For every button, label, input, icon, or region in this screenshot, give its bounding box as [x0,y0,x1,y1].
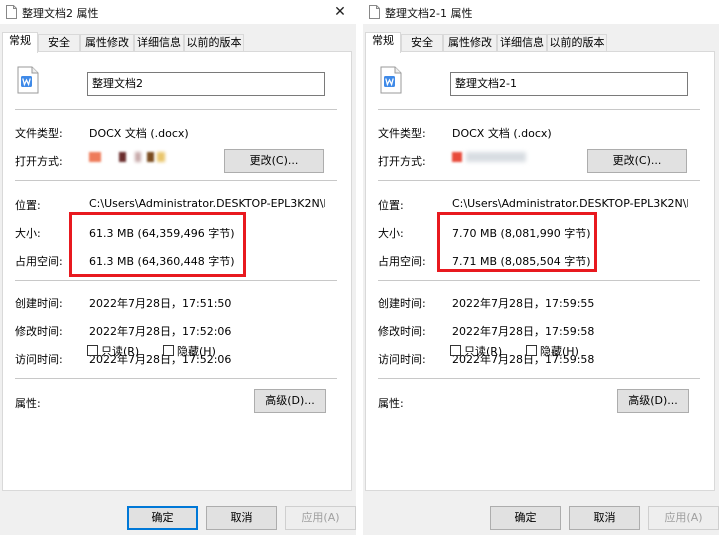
hidden-label: 隐藏(H) [540,345,579,358]
apply-button[interactable]: 应用(A) [285,506,356,530]
docx-file-icon [380,66,402,94]
size-on-disk-value: 61.3 MB (64,360,448 字节) [89,255,235,268]
location-value: C:\Users\Administrator.DESKTOP-EPL3K2N\D… [89,197,325,210]
title-bar[interactable]: 整理文档2-1 属性 [363,0,719,24]
location-value: C:\Users\Administrator.DESKTOP-EPL3K2N\D… [452,197,688,210]
hidden-label: 隐藏(H) [177,345,216,358]
separator [15,378,337,379]
separator [15,180,337,181]
tab-security[interactable]: 安全 [401,34,443,52]
created-label: 创建时间: [15,297,63,310]
cancel-button[interactable]: 取消 [569,506,640,530]
close-button[interactable]: ✕ [324,0,356,24]
size-value: 61.3 MB (64,359,496 字节) [89,227,235,240]
separator [378,180,700,181]
docx-file-icon [17,66,39,94]
apply-button[interactable]: 应用(A) [648,506,719,530]
tab-security[interactable]: 安全 [38,34,80,52]
cancel-button[interactable]: 取消 [206,506,277,530]
separator [15,280,337,281]
accessed-label: 访问时间: [378,353,426,366]
location-label: 位置: [378,199,404,212]
title-bar[interactable]: 整理文档2 属性 ✕ [0,0,356,24]
blurred-app-icon [89,152,179,164]
ok-button[interactable]: 确定 [490,506,561,530]
created-value: 2022年7月28日，17:51:50 [89,297,232,310]
tab-general[interactable]: 常规 [365,32,401,53]
gap-between-dialogs [356,0,363,535]
change-button[interactable]: 更改(C)... [587,149,687,173]
blurred-app-icon [452,152,542,164]
readonly-checkbox[interactable] [87,345,98,356]
readonly-label: 只读(R) [464,345,503,358]
modified-value: 2022年7月28日，17:59:58 [452,325,595,338]
tab-previous-versions[interactable]: 以前的版本 [184,34,244,52]
window-title: 整理文档2-1 属性 [385,7,473,20]
hidden-checkbox[interactable] [163,345,174,356]
modified-label: 修改时间: [15,325,63,338]
separator [15,109,337,110]
advanced-button[interactable]: 高级(D)... [254,389,326,413]
accessed-label: 访问时间: [15,353,63,366]
tab-attribute-modify[interactable]: 属性修改 [443,34,497,52]
tab-attribute-modify[interactable]: 属性修改 [80,34,134,52]
created-value: 2022年7月28日，17:59:55 [452,297,595,310]
tab-general[interactable]: 常规 [2,32,38,53]
file-name-input[interactable]: 整理文档2 [87,72,325,96]
separator [378,280,700,281]
file-type-label: 文件类型: [15,127,63,140]
document-icon [369,5,380,19]
change-button[interactable]: 更改(C)... [224,149,324,173]
properties-dialog-left: 整理文档2 属性 ✕ 常规 安全 属性修改 详细信息 以前的版本 整理文档2 文… [0,0,356,535]
tab-details[interactable]: 详细信息 [497,34,547,52]
attributes-label: 属性: [378,397,404,410]
file-type-value: DOCX 文档 (.docx) [89,127,189,140]
size-on-disk-label: 占用空间: [15,255,63,268]
file-type-value: DOCX 文档 (.docx) [452,127,552,140]
separator [378,109,700,110]
size-on-disk-label: 占用空间: [378,255,426,268]
hidden-checkbox[interactable] [526,345,537,356]
window-title: 整理文档2 属性 [22,7,99,20]
size-value: 7.70 MB (8,081,990 字节) [452,227,591,240]
advanced-button[interactable]: 高级(D)... [617,389,689,413]
file-name-input[interactable]: 整理文档2-1 [450,72,688,96]
properties-dialog-right: 整理文档2-1 属性 常规 安全 属性修改 详细信息 以前的版本 整理文档2-1… [363,0,719,535]
separator [378,378,700,379]
readonly-checkbox[interactable] [450,345,461,356]
document-icon [6,5,17,19]
modified-value: 2022年7月28日，17:52:06 [89,325,232,338]
readonly-label: 只读(R) [101,345,140,358]
size-label: 大小: [15,227,41,240]
ok-button[interactable]: 确定 [127,506,198,530]
tab-previous-versions[interactable]: 以前的版本 [547,34,607,52]
location-label: 位置: [15,199,41,212]
open-with-label: 打开方式: [15,155,63,168]
tab-details[interactable]: 详细信息 [134,34,184,52]
size-on-disk-value: 7.71 MB (8,085,504 字节) [452,255,591,268]
file-type-label: 文件类型: [378,127,426,140]
general-panel: 整理文档2 文件类型: DOCX 文档 (.docx) 打开方式: 更改(C).… [2,51,352,491]
modified-label: 修改时间: [378,325,426,338]
open-with-label: 打开方式: [378,155,426,168]
size-label: 大小: [378,227,404,240]
attributes-label: 属性: [15,397,41,410]
general-panel: 整理文档2-1 文件类型: DOCX 文档 (.docx) 打开方式: 更改(C… [365,51,715,491]
created-label: 创建时间: [378,297,426,310]
